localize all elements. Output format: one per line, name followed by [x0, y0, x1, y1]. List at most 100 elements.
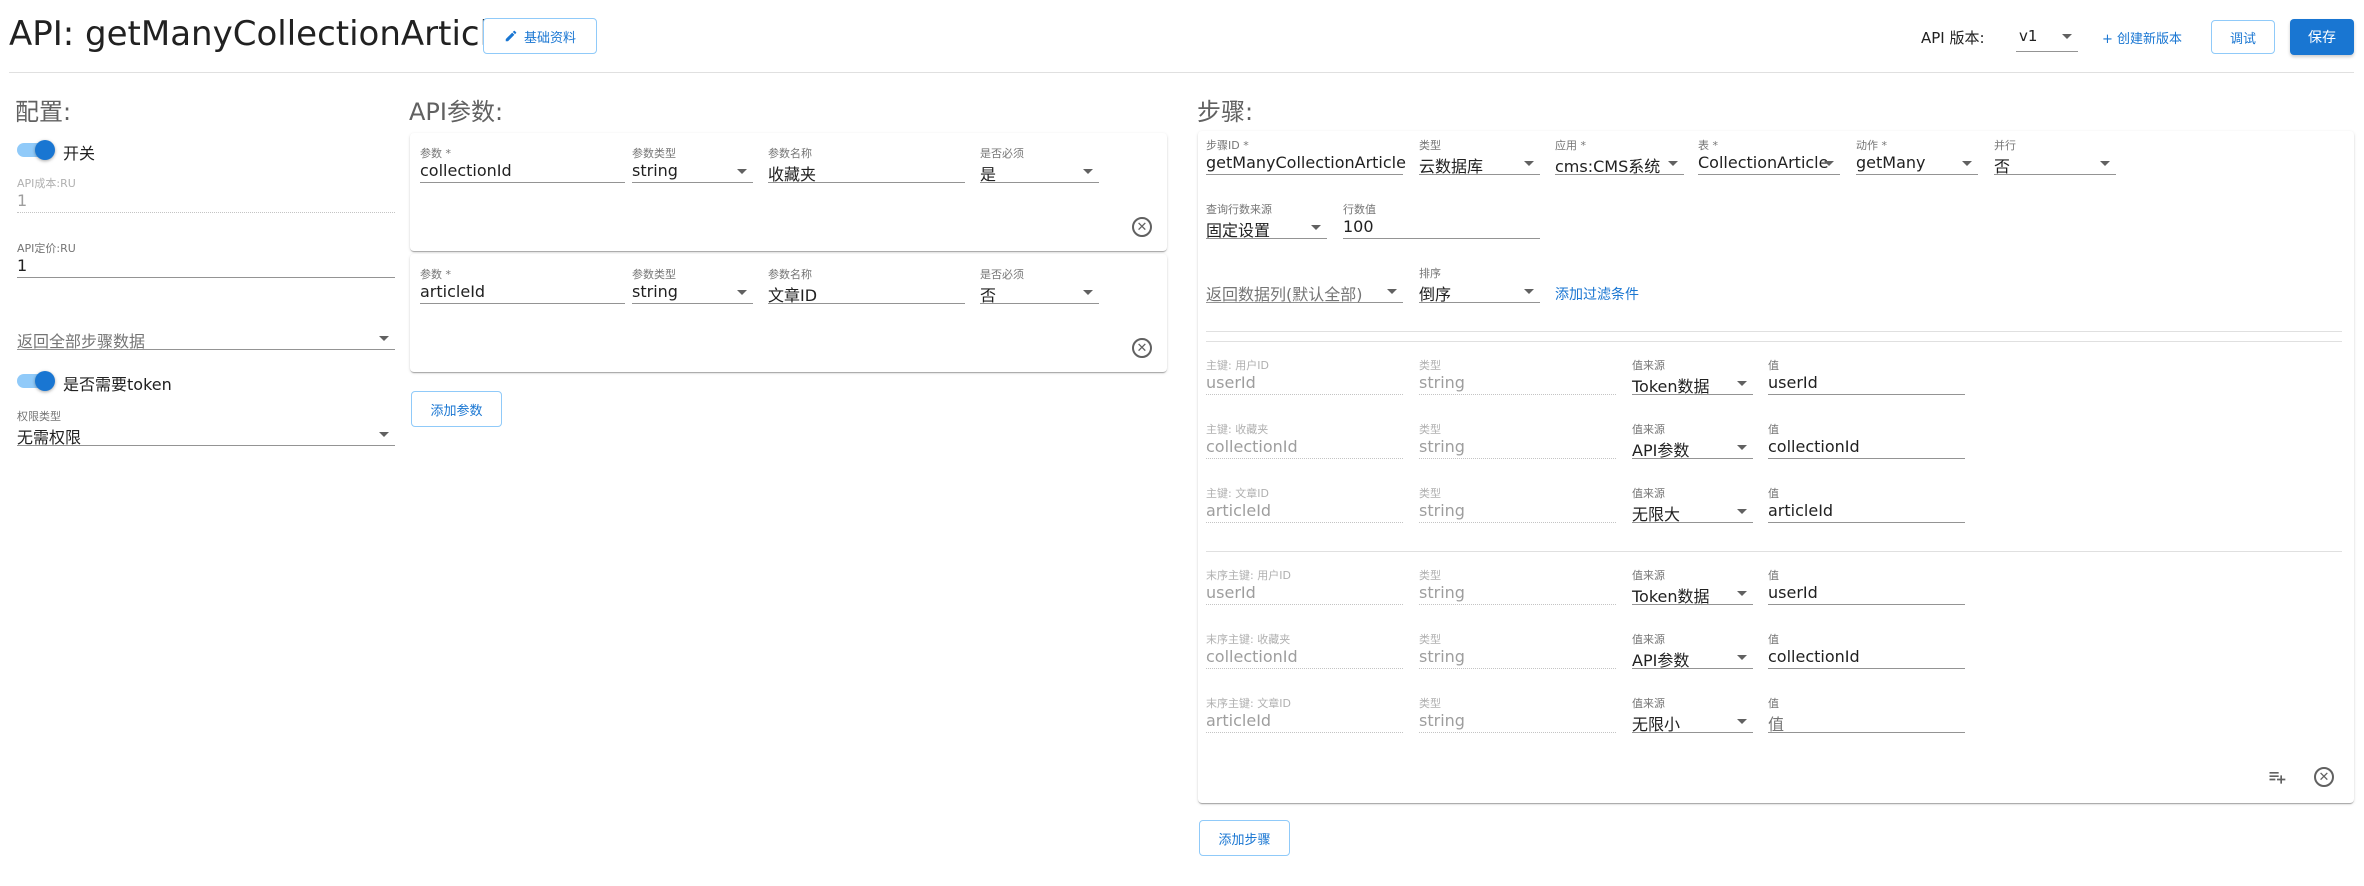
api-price-field[interactable]: API定价:RU 1 [17, 240, 395, 278]
sort-key-source-value: 无限小 [1632, 715, 1681, 734]
dropdown-arrow-icon [1737, 445, 1747, 450]
basic-info-button[interactable]: 基础资料 [483, 18, 597, 54]
add-step-button[interactable]: 添加步骤 [1199, 820, 1290, 856]
key-type-field: 类型 string [1419, 421, 1616, 459]
key-value-field[interactable]: 值 userId [1768, 357, 1965, 395]
param-required-value: 否 [980, 286, 997, 305]
sort-key-name-value: articleId [1206, 711, 1272, 730]
step-parallel-label: 并行 [1994, 139, 2016, 152]
dropdown-arrow-icon [1083, 290, 1093, 295]
key-type-label: 类型 [1419, 359, 1441, 372]
return-all-steps-placeholder: 返回全部步骤数据 [17, 332, 146, 351]
sort-key-source-select[interactable]: 值来源 Token数据 [1632, 567, 1753, 606]
close-circle-icon[interactable]: ✕ [1132, 338, 1152, 358]
switch-label: 开关 [63, 144, 96, 163]
param-type-select[interactable]: 参数类型 string [632, 266, 753, 304]
param-type-label: 参数类型 [632, 268, 676, 281]
step-app-select[interactable]: 应用 * cms:CMS系统 [1555, 137, 1684, 176]
add-filter-link[interactable]: 添加过滤条件 [1555, 284, 1639, 304]
step-id-field[interactable]: 步骤ID * getManyCollectionArticle [1206, 137, 1406, 175]
dropdown-arrow-icon [737, 290, 747, 295]
step-table-select[interactable]: 表 * CollectionArticle [1698, 137, 1840, 175]
sort-key-value-field[interactable]: 值 值 [1768, 695, 1965, 734]
sort-key-value-field[interactable]: 值 collectionId [1768, 631, 1965, 669]
close-circle-icon[interactable]: ✕ [1132, 217, 1152, 237]
sort-label: 排序 [1419, 267, 1441, 280]
sort-key-name-field: 末序主键: 收藏夹 collectionId [1206, 631, 1403, 669]
sort-key-source-select[interactable]: 值来源 API参数 [1632, 631, 1753, 670]
token-label: 是否需要token [63, 375, 172, 394]
key-name-label: 主键: 文章ID [1206, 487, 1269, 500]
step-parallel-select[interactable]: 并行 否 [1994, 137, 2116, 176]
basic-info-label: 基础资料 [523, 30, 576, 46]
sort-key-source-label: 值来源 [1632, 569, 1665, 582]
param-required-value: 是 [980, 165, 997, 184]
dropdown-arrow-icon [1737, 655, 1747, 660]
dropdown-arrow-icon [1524, 289, 1534, 294]
key-source-label: 值来源 [1632, 359, 1665, 372]
token-toggle[interactable] [17, 371, 55, 391]
key-type-value: string [1419, 437, 1465, 456]
version-select[interactable]: v1 [2016, 22, 2078, 52]
key-type-label: 类型 [1419, 487, 1441, 500]
key-value-field[interactable]: 值 collectionId [1768, 421, 1965, 459]
api-price-label: API定价:RU [17, 242, 76, 255]
key-type-value: string [1419, 373, 1465, 392]
sort-key-type-value: string [1419, 647, 1465, 666]
version-label: API 版本: [1921, 29, 1985, 47]
row-source-select[interactable]: 查询行数来源 固定设置 [1206, 201, 1327, 240]
param-type-select[interactable]: 参数类型 string [632, 145, 753, 183]
key-source-select[interactable]: 值来源 无限大 [1632, 485, 1753, 524]
key-name-field: 主键: 收藏夹 collectionId [1206, 421, 1403, 459]
step-app-label: 应用 * [1555, 139, 1586, 152]
playlist-add-icon[interactable] [2266, 767, 2288, 787]
sort-key-name-label: 末序主键: 用户ID [1206, 569, 1291, 582]
sort-key-value-field[interactable]: 值 userId [1768, 567, 1965, 605]
dropdown-arrow-icon [1083, 169, 1093, 174]
save-button[interactable]: 保存 [2290, 19, 2354, 55]
sort-key-type-label: 类型 [1419, 569, 1441, 582]
return-columns-select[interactable]: 返回数据列(默认全部) [1206, 265, 1403, 304]
dropdown-arrow-icon [2062, 34, 2072, 39]
step-divider [1206, 331, 2342, 332]
param-name-value: articleId [420, 282, 486, 301]
key-source-select[interactable]: 值来源 Token数据 [1632, 357, 1753, 396]
step-type-value: 云数据库 [1419, 157, 1484, 176]
param-name-field[interactable]: 参数 * collectionId [420, 145, 625, 183]
dropdown-arrow-icon [1962, 161, 1972, 166]
new-version-link[interactable]: + 创建新版本 [2102, 28, 2182, 47]
step-divider [1206, 341, 2342, 342]
debug-button[interactable]: 调试 [2211, 20, 2275, 54]
key-value-field[interactable]: 值 articleId [1768, 485, 1965, 523]
sort-key-source-select[interactable]: 值来源 无限小 [1632, 695, 1753, 734]
dropdown-arrow-icon [1737, 719, 1747, 724]
close-circle-icon[interactable]: ✕ [2314, 767, 2334, 787]
dropdown-arrow-icon [2100, 161, 2110, 166]
key-name-value: collectionId [1206, 437, 1298, 456]
switch-toggle[interactable] [17, 140, 55, 160]
step-type-select[interactable]: 类型 云数据库 [1419, 137, 1540, 176]
permission-select[interactable]: 权限类型 无需权限 [17, 408, 395, 447]
key-value-label: 值 [1768, 487, 1779, 500]
step-action-select[interactable]: 动作 * getMany [1856, 137, 1978, 175]
param-required-select[interactable]: 是否必须 是 [980, 145, 1099, 184]
header-divider [9, 72, 2354, 73]
sort-select[interactable]: 排序 倒序 [1419, 265, 1540, 304]
return-all-steps-select[interactable]: 返回全部步骤数据 [17, 312, 395, 351]
param-name-label: 参数 * [420, 147, 451, 160]
param-name-field[interactable]: 参数 * articleId [420, 266, 625, 304]
param-display-label: 参数名称 [768, 147, 812, 160]
param-display-field[interactable]: 参数名称 文章ID [768, 266, 965, 305]
key-type-label: 类型 [1419, 423, 1441, 436]
param-display-field[interactable]: 参数名称 收藏夹 [768, 145, 965, 184]
param-required-select[interactable]: 是否必须 否 [980, 266, 1099, 305]
key-source-select[interactable]: 值来源 API参数 [1632, 421, 1753, 460]
key-value-value: articleId [1768, 501, 1834, 520]
key-name-label: 主键: 用户ID [1206, 359, 1269, 372]
add-param-button[interactable]: 添加参数 [411, 391, 502, 427]
step-app-value: cms:CMS系统 [1555, 157, 1661, 176]
dropdown-arrow-icon [1668, 161, 1678, 166]
sort-key-type-field: 类型 string [1419, 695, 1616, 733]
row-count-field[interactable]: 行数值 100 [1343, 201, 1540, 239]
sort-key-value-label: 值 [1768, 569, 1779, 582]
